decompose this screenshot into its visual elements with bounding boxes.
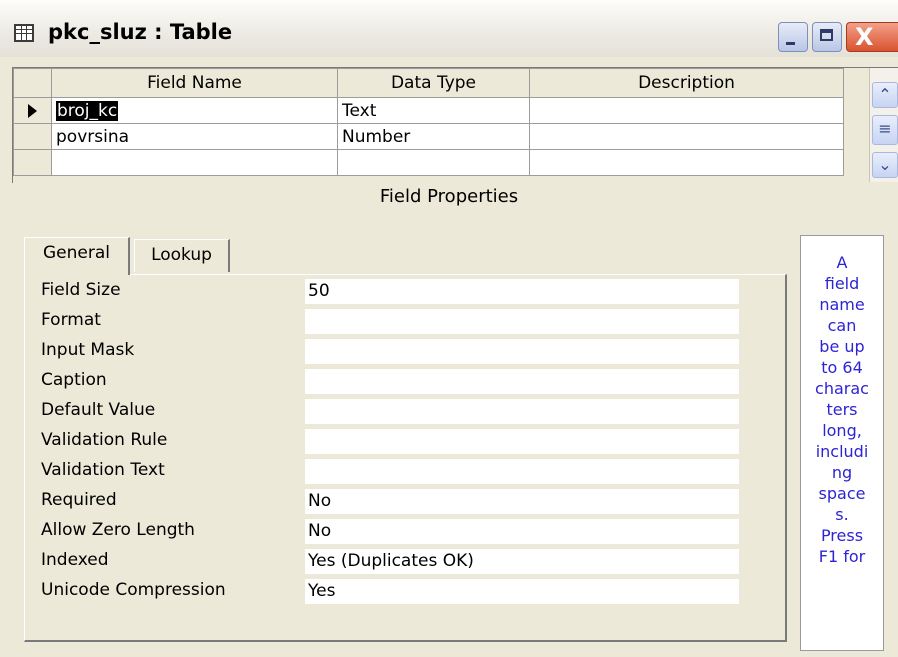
description-cell[interactable] — [529, 149, 844, 176]
row-selector-header[interactable] — [13, 68, 52, 98]
row-selector[interactable] — [13, 149, 52, 176]
data-type-cell[interactable] — [337, 149, 530, 176]
column-header-description[interactable]: Description — [529, 68, 844, 98]
general-properties-panel: Field Size 50 Format Input Mask Caption … — [24, 274, 787, 642]
field-grid: Field Name Data Type Description broj_kc… — [12, 67, 898, 183]
property-row-caption: Caption — [25, 369, 785, 395]
selected-field-name: broj_kc — [56, 100, 119, 121]
scroll-up-button[interactable]: ⌃ — [872, 82, 898, 108]
column-header-field-name[interactable]: Field Name — [51, 68, 338, 98]
unicode-compression-input[interactable]: Yes — [305, 579, 739, 604]
help-text-line: field — [824, 274, 860, 293]
field-properties-header: Field Properties — [379, 186, 519, 207]
grid-header-row: Field Name Data Type Description — [13, 68, 844, 98]
row-selector[interactable] — [13, 123, 52, 150]
scroll-down-button[interactable]: ⌄ — [872, 152, 898, 178]
description-cell[interactable] — [529, 97, 844, 124]
help-text-line: space — [818, 484, 866, 503]
row-selector[interactable] — [13, 97, 52, 124]
help-text-line: includi — [815, 442, 869, 461]
field-name-cell[interactable]: broj_kc — [51, 97, 338, 124]
property-row-indexed: Indexed Yes (Duplicates OK) — [25, 549, 785, 575]
property-label: Indexed — [41, 550, 109, 570]
table-row[interactable] — [13, 149, 844, 176]
help-text-line: to 64 — [821, 358, 863, 377]
property-label: Unicode Compression — [41, 580, 226, 600]
help-text-line: be up — [819, 337, 865, 356]
vertical-scrollbar[interactable]: ⌃ ≡ ⌄ — [869, 68, 898, 182]
scroll-thumb[interactable]: ≡ — [872, 115, 898, 145]
property-label: Default Value — [41, 400, 156, 420]
property-row-default-value: Default Value — [25, 399, 785, 425]
design-view-body: Field Name Data Type Description broj_kc… — [0, 57, 898, 657]
help-text-line: Press — [820, 526, 864, 545]
title-bar[interactable]: pkc_sluz : Table X — [0, 0, 898, 58]
help-text-pane: A field name can be up to 64 charac ters… — [800, 235, 884, 651]
field-size-input[interactable]: 50 — [305, 279, 739, 304]
property-label: Validation Rule — [41, 430, 168, 450]
indexed-input[interactable]: Yes (Duplicates OK) — [305, 549, 739, 574]
allow-zero-length-input[interactable]: No — [305, 519, 739, 544]
close-icon: X — [855, 23, 874, 51]
data-type-cell[interactable]: Number — [337, 123, 530, 150]
validation-text-input[interactable] — [305, 459, 739, 484]
property-label: Caption — [41, 370, 107, 390]
tab-general[interactable]: General — [24, 237, 130, 275]
help-text-line: long, — [822, 421, 862, 440]
property-row-format: Format — [25, 309, 785, 335]
window-title: pkc_sluz : Table — [48, 20, 233, 44]
property-label: Required — [41, 490, 117, 510]
data-type-cell[interactable]: Text — [337, 97, 530, 124]
help-text-line: name — [819, 295, 865, 314]
field-table: Field Name Data Type Description broj_kc… — [13, 68, 844, 176]
help-text-line: s. — [835, 505, 849, 524]
help-text-line: charac — [815, 379, 869, 398]
format-input[interactable] — [305, 309, 739, 334]
property-row-field-size: Field Size 50 — [25, 279, 785, 305]
description-cell[interactable] — [529, 123, 844, 150]
property-row-validation-text: Validation Text — [25, 459, 785, 485]
close-button[interactable]: X — [846, 22, 898, 52]
caption-input[interactable] — [305, 369, 739, 394]
input-mask-input[interactable] — [305, 339, 739, 364]
property-label: Allow Zero Length — [41, 520, 195, 540]
property-label: Field Size — [41, 280, 121, 300]
current-row-pointer-icon — [28, 103, 37, 118]
column-header-data-type[interactable]: Data Type — [337, 68, 530, 98]
property-row-allow-zero-length: Allow Zero Length No — [25, 519, 785, 545]
table-row[interactable]: broj_kc Text — [13, 97, 844, 124]
help-text-line: can — [827, 316, 857, 335]
validation-rule-input[interactable] — [305, 429, 739, 454]
property-label: Format — [41, 310, 101, 330]
minimize-button[interactable] — [778, 22, 808, 52]
field-name-cell[interactable] — [51, 149, 338, 176]
property-row-required: Required No — [25, 489, 785, 515]
help-text-line: A — [836, 253, 848, 272]
tab-lookup[interactable]: Lookup — [134, 239, 230, 272]
default-value-input[interactable] — [305, 399, 739, 424]
property-label: Input Mask — [41, 340, 135, 360]
required-input[interactable]: No — [305, 489, 739, 514]
property-label: Validation Text — [41, 460, 165, 480]
table-icon[interactable] — [14, 24, 34, 42]
field-name-cell[interactable]: povrsina — [51, 123, 338, 150]
help-text-line: ng — [831, 463, 853, 482]
help-text-line: ters — [826, 400, 858, 419]
maximize-button[interactable] — [812, 22, 842, 52]
property-row-unicode-compression: Unicode Compression Yes — [25, 579, 785, 605]
property-row-validation-rule: Validation Rule — [25, 429, 785, 455]
table-row[interactable]: povrsina Number — [13, 123, 844, 150]
help-text-line: F1 for — [818, 547, 866, 566]
property-row-input-mask: Input Mask — [25, 339, 785, 365]
